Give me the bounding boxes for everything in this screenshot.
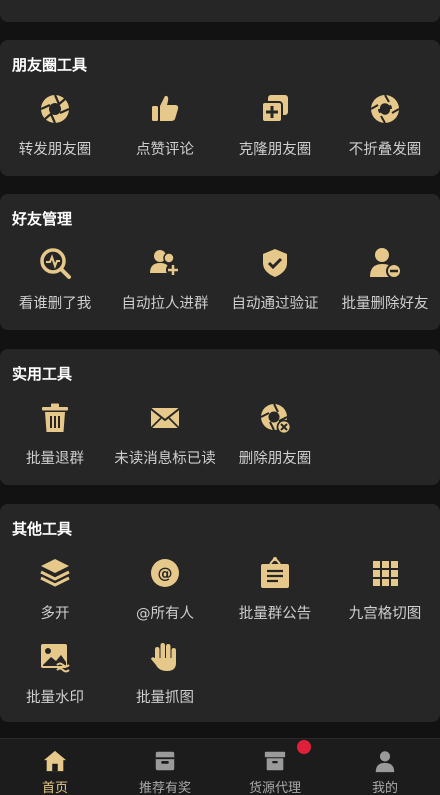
tool-batch-grab-images[interactable]: 批量抓图	[110, 640, 220, 720]
tool-label: 自动拉人进群	[121, 296, 209, 312]
group-add-icon	[150, 250, 180, 277]
section-title: 其他工具	[12, 520, 73, 538]
tab-label: 推荐有奖	[138, 781, 191, 795]
section-title: 朋友圈工具	[12, 56, 88, 74]
tool-label: 批量群公告	[238, 606, 312, 622]
previous-section-card	[0, 0, 440, 22]
tool-auto-accept-verify[interactable]: 自动通过验证	[220, 246, 330, 326]
tool-delete-moments[interactable]: 删除朋友圈	[220, 401, 330, 481]
tool-label: 自动通过验证	[231, 296, 319, 312]
notification-badge	[297, 740, 311, 754]
magnifier-pulse-icon	[40, 248, 71, 279]
section-other-tools: 其他工具 多开 @ @所有人 批量群公告 九宫格切图 批量水印 批量抓图	[0, 504, 440, 722]
tool-label: 未读消息标已读	[114, 451, 216, 467]
layers-icon	[40, 559, 70, 587]
notice-board-icon	[261, 557, 289, 588]
tool-mention-all[interactable]: @ @所有人	[110, 556, 220, 636]
clone-plus-icon	[261, 95, 288, 123]
tool-label: 不折叠发圈	[348, 142, 422, 158]
tool-batch-delete-friends[interactable]: 批量删除好友	[330, 246, 440, 326]
tool-label: 批量水印	[26, 690, 84, 706]
bottom-tab-bar: 首页 推荐有奖 货源代理 我的	[0, 738, 440, 795]
user-icon	[375, 751, 395, 773]
tool-no-fold-post[interactable]: 不折叠发圈	[330, 92, 440, 172]
home-icon	[43, 750, 67, 772]
tool-nine-grid-cut[interactable]: 九宫格切图	[330, 556, 440, 636]
gift-box-icon	[155, 751, 175, 771]
tool-label: 多开	[40, 606, 70, 622]
tool-auto-invite-group[interactable]: 自动拉人进群	[110, 246, 220, 326]
tool-label: 转发朋友圈	[18, 142, 92, 158]
hand-grab-icon	[151, 643, 176, 671]
section-title: 好友管理	[12, 210, 73, 228]
tab-label: 我的	[371, 781, 398, 795]
section-utility-tools: 实用工具 批量退群 未读消息标已读 删除朋友圈	[0, 349, 440, 485]
grid-nine-icon	[373, 561, 398, 586]
tool-like-comment[interactable]: 点赞评论	[110, 92, 220, 172]
thumbs-up-icon	[152, 95, 179, 121]
tab-home[interactable]: 首页	[0, 739, 110, 795]
section-title: 实用工具	[12, 365, 73, 383]
tool-label: 批量退群	[26, 451, 84, 467]
trash-icon	[42, 403, 68, 432]
tab-referral-rewards[interactable]: 推荐有奖	[110, 739, 220, 795]
tool-batch-group-notice[interactable]: 批量群公告	[220, 556, 330, 636]
tool-label: 看谁删了我	[18, 296, 92, 312]
section-friend-management: 好友管理 看谁删了我 自动拉人进群 自动通过验证 批量删除好友	[0, 194, 440, 330]
tool-label: 九宫格切图	[348, 606, 422, 622]
shield-check-icon	[263, 249, 287, 277]
archive-box-icon	[264, 751, 286, 771]
tab-label: 货源代理	[248, 781, 301, 795]
tool-batch-leave-group[interactable]: 批量退群	[0, 401, 110, 481]
tool-clone-moments[interactable]: 克隆朋友圈	[220, 92, 330, 172]
tool-mark-unread-read[interactable]: 未读消息标已读	[110, 401, 220, 481]
svg-text:@: @	[158, 565, 173, 583]
at-sign-icon: @	[151, 559, 179, 587]
image-watermark-icon	[41, 644, 70, 673]
envelope-icon	[150, 408, 180, 429]
tool-label: 点赞评论	[136, 142, 194, 158]
tool-forward-moments[interactable]: 转发朋友圈	[0, 92, 110, 172]
tool-label: @所有人	[136, 606, 194, 622]
tab-label: 首页	[41, 781, 68, 795]
tool-label: 克隆朋友圈	[238, 142, 312, 158]
aperture-delete-icon	[260, 403, 292, 435]
tab-mine[interactable]: 我的	[330, 739, 440, 795]
aperture-icon	[40, 94, 70, 124]
tool-label: 批量删除好友	[341, 296, 429, 312]
section-moments-tools: 朋友圈工具 转发朋友圈 点赞评论 克隆朋友圈 不折叠发圈	[0, 40, 440, 176]
aperture-refresh-icon	[370, 94, 400, 124]
tab-supply-agent[interactable]: 货源代理	[220, 739, 330, 795]
tool-who-deleted-me[interactable]: 看谁删了我	[0, 246, 110, 326]
user-remove-icon	[370, 248, 402, 279]
tool-multi-open[interactable]: 多开	[0, 556, 110, 636]
tool-batch-watermark[interactable]: 批量水印	[0, 640, 110, 720]
tool-label: 删除朋友圈	[238, 451, 312, 467]
tool-label: 批量抓图	[136, 690, 194, 706]
